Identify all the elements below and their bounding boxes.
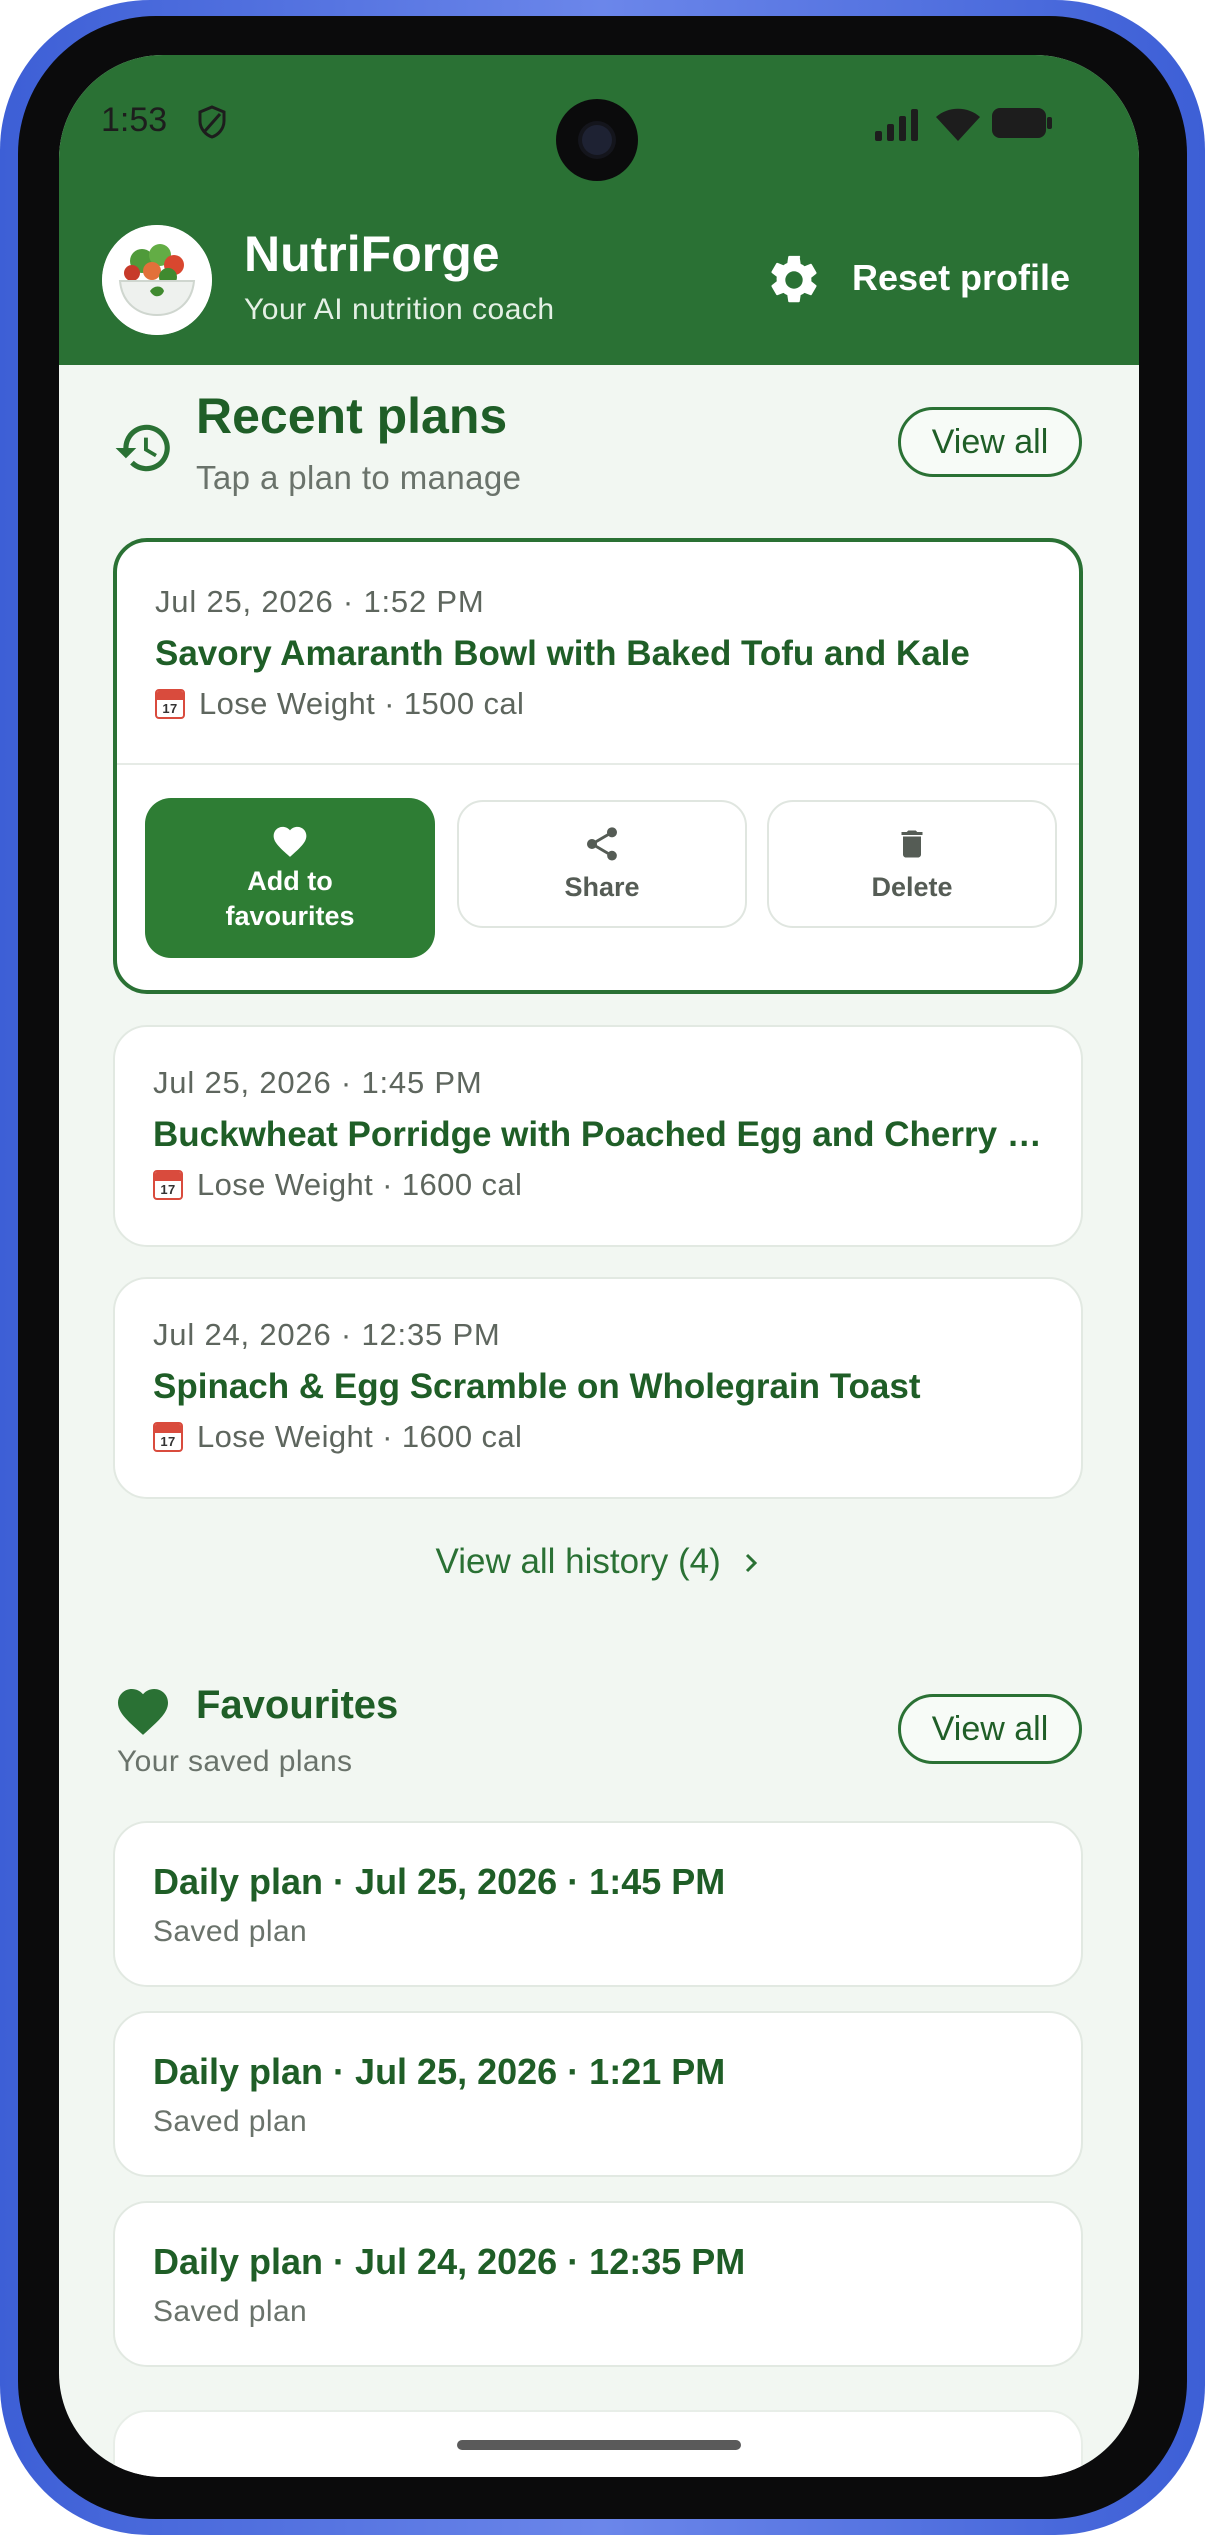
delete-label: Delete xyxy=(871,871,953,902)
favourite-title: Daily plan · Jul 24, 2026 · 12:35 PM xyxy=(153,2241,746,2282)
signal-icon xyxy=(875,109,918,141)
view-all-history-link[interactable]: View all history (4) xyxy=(59,1542,1139,1582)
favourite-subtitle: Saved plan xyxy=(153,2105,308,2138)
favourite-subtitle: Saved plan xyxy=(153,1915,308,1948)
plan-meta: 17 Lose Weight · 1500 cal xyxy=(155,686,524,722)
shield-icon xyxy=(198,105,226,139)
reset-profile-button[interactable]: Reset profile xyxy=(852,257,1070,299)
history-icon xyxy=(115,424,170,472)
recent-plans-subtitle: Tap a plan to manage xyxy=(196,459,522,496)
heart-icon xyxy=(273,826,307,857)
plan-goal-calories: Lose Weight · 1500 cal xyxy=(199,686,525,721)
favourites-view-all-button[interactable]: View all xyxy=(898,1694,1082,1764)
front-camera xyxy=(556,99,638,181)
status-time: 1:53 xyxy=(101,101,168,139)
share-label: Share xyxy=(564,871,640,902)
favourite-subtitle: Saved plan xyxy=(153,2295,308,2328)
wifi-icon xyxy=(936,108,980,141)
plan-title: Savory Amaranth Bowl with Baked Tofu and… xyxy=(155,634,970,673)
calendar-icon: 17 xyxy=(155,689,185,719)
app-logo xyxy=(102,225,212,335)
plan-date: Jul 25, 2026 · 1:45 PM xyxy=(153,1065,483,1100)
favourite-title: Daily plan · Jul 25, 2026 · 1:45 PM xyxy=(153,1861,726,1902)
plan-goal-calories: Lose Weight · 1600 cal xyxy=(197,1419,523,1454)
plan-title: Buckwheat Porridge with Poached Egg and … xyxy=(153,1115,1053,1154)
plan-date: Jul 24, 2026 · 12:35 PM xyxy=(153,1317,501,1352)
calendar-icon: 17 xyxy=(153,1422,183,1452)
plan-card[interactable]: Jul 25, 2026 · 1:45 PM Buckwheat Porridg… xyxy=(113,1025,1083,1247)
calendar-icon: 17 xyxy=(153,1170,183,1200)
app-tagline: Your AI nutrition coach xyxy=(244,293,555,326)
recent-view-all-button[interactable]: View all xyxy=(898,407,1082,477)
plan-title: Spinach & Egg Scramble on Wholegrain Toa… xyxy=(153,1367,921,1406)
app-header: 1:53 NutriForge Your AI nutrition coach … xyxy=(59,55,1139,365)
status-bar: 1:53 xyxy=(59,55,1139,185)
chevron-right-icon xyxy=(745,1553,757,1573)
recent-plans-title: Recent plans xyxy=(196,388,508,444)
favourite-card[interactable]: Daily plan · Jul 25, 2026 · 1:21 PM Save… xyxy=(113,2011,1083,2177)
plan-card[interactable]: Jul 24, 2026 · 12:35 PM Spinach & Egg Sc… xyxy=(113,1277,1083,1499)
trash-icon xyxy=(901,830,923,857)
battery-icon xyxy=(992,108,1052,138)
view-all-history-label: View all history (4) xyxy=(435,1542,721,1581)
add-to-favourites-button[interactable]: Add to favourites xyxy=(145,798,435,958)
plan-meta: 17 Lose Weight · 1600 cal xyxy=(153,1419,522,1455)
plan-card-selected[interactable]: Jul 25, 2026 · 1:52 PM Savory Amaranth B… xyxy=(113,538,1083,994)
app-title: NutriForge xyxy=(244,226,500,282)
heart-icon xyxy=(118,1689,168,1735)
plan-date: Jul 25, 2026 · 1:52 PM xyxy=(155,584,485,619)
plan-meta: 17 Lose Weight · 1600 cal xyxy=(153,1167,522,1203)
favourite-card[interactable]: Daily plan · Jul 25, 2026 · 1:45 PM Save… xyxy=(113,1821,1083,1987)
card-divider xyxy=(117,763,1079,765)
favourite-title: Daily plan · Jul 25, 2026 · 1:21 PM xyxy=(153,2051,726,2092)
share-icon xyxy=(586,826,617,861)
share-button[interactable]: Share xyxy=(457,800,747,928)
add-to-favourites-label: Add to favourites xyxy=(225,866,355,931)
favourite-card[interactable]: Daily plan · Jul 24, 2026 · 12:35 PM Sav… xyxy=(113,2201,1083,2367)
plan-goal-calories: Lose Weight · 1600 cal xyxy=(197,1167,523,1202)
phone-screen: 1:53 NutriForge Your AI nutrition coach … xyxy=(59,55,1139,2477)
favourites-title: Favourites xyxy=(196,1683,399,1727)
gear-icon[interactable] xyxy=(765,251,823,309)
favourites-subtitle: Your saved plans xyxy=(117,1745,353,1778)
delete-button[interactable]: Delete xyxy=(767,800,1057,928)
salad-bowl-icon xyxy=(102,225,212,335)
home-indicator[interactable] xyxy=(457,2440,741,2450)
